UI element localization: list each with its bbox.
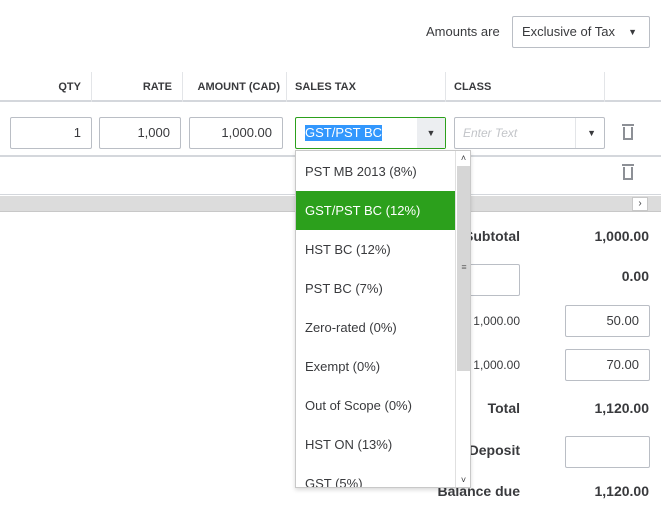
rate-input[interactable]: 1,000 [99,117,181,149]
tax-option-selected[interactable]: GST/PST BC (12%) [296,191,455,230]
tax2-base: 1,000.00 [473,358,520,372]
scroll-right-button[interactable]: › [632,197,648,211]
tax-option[interactable]: Exempt (0%) [296,347,455,386]
scrollbar-thumb[interactable]: ≡ [457,166,470,371]
chevron-down-icon[interactable]: ▼ [417,118,445,148]
delete-row-icon[interactable] [622,124,634,140]
col-amount: AMOUNT (CAD) [183,72,287,102]
amounts-are-label: Amounts are [426,24,500,39]
chevron-down-icon: ▼ [587,128,596,138]
total-label: Total [487,400,520,416]
deposit-input[interactable] [565,436,650,468]
scroll-down-icon[interactable]: ˅ [456,473,470,487]
chevron-down-icon: ▼ [628,27,637,37]
balance-due-value: 1,120.00 [594,483,650,499]
amounts-are-value: Exclusive of Tax [522,24,615,39]
class-input[interactable]: Enter Text [463,126,517,140]
discount-value: 0.00 [621,268,649,284]
total-value: 1,120.00 [594,400,650,416]
class-select[interactable]: Enter Text ▼ [454,117,605,149]
amount-input[interactable]: 1,000.00 [189,117,283,149]
dropdown-scrollbar[interactable]: ˄ ≡ ˅ [455,151,470,487]
tax1-input[interactable]: 50.00 [565,305,650,337]
col-rate: RATE [92,72,183,102]
tax-option[interactable]: GST (5%) [296,464,455,487]
tax-option[interactable]: HST BC (12%) [296,230,455,269]
tax-option[interactable]: PST BC (7%) [296,269,455,308]
tax-option[interactable]: HST ON (13%) [296,425,455,464]
subtotal-label: Subtotal [464,228,520,244]
tax2-input[interactable]: 70.00 [565,349,650,381]
tax-option[interactable]: Out of Scope (0%) [296,386,455,425]
col-sales-tax: SALES TAX [287,72,446,102]
qty-input[interactable]: 1 [10,117,92,149]
amounts-are-select[interactable]: Exclusive of Tax ▼ [512,16,650,48]
delete-row-icon[interactable] [622,164,634,180]
col-class: CLASS [446,72,605,102]
sales-tax-select[interactable]: GST/PST BC ▼ [295,117,446,149]
tax-option[interactable]: Zero-rated (0%) [296,308,455,347]
col-qty: QTY [0,72,92,102]
sales-tax-value: GST/PST BC [305,125,383,141]
sales-tax-dropdown: PST MB 2013 (8%) GST/PST BC (12%) HST BC… [295,150,471,488]
tax-option[interactable]: PST MB 2013 (8%) [296,152,455,191]
discount-input[interactable] [465,264,520,296]
subtotal-value: 1,000.00 [594,228,650,244]
scroll-up-icon[interactable]: ˄ [456,151,470,165]
deposit-label: Deposit [468,442,520,458]
tax1-base: 1,000.00 [473,314,520,328]
